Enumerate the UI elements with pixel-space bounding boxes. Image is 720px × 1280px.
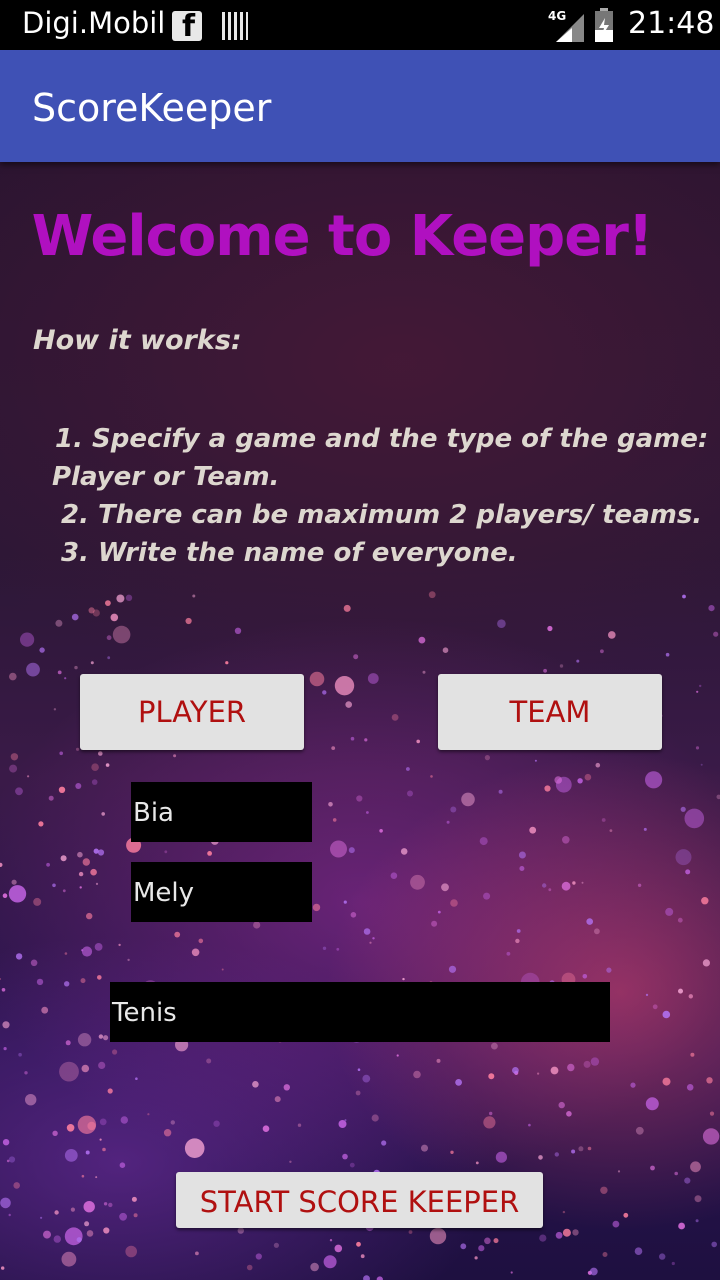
instruction-line: 3. Write the name of everyone. <box>61 538 518 568</box>
status-bar: Digi.Mobil f 4G 21:48 <box>0 0 720 50</box>
team-button[interactable]: TEAM <box>438 674 662 750</box>
player-button[interactable]: PLAYER <box>80 674 304 750</box>
barcode-icon <box>222 12 248 40</box>
main-content: Welcome to Keeper! How it works: 1. Spec… <box>0 162 720 1280</box>
app-bar: ScoreKeeper <box>0 50 720 162</box>
instruction-line: Player or Team. <box>52 462 280 492</box>
carrier-label: Digi.Mobil <box>22 6 166 40</box>
welcome-heading: Welcome to Keeper! <box>31 204 654 269</box>
signal-icon: 4G <box>548 9 584 42</box>
network-type-label: 4G <box>548 9 566 23</box>
instructions-list: 1. Specify a game and the type of the ga… <box>52 420 708 572</box>
instruction-line: 1. Specify a game and the type of the ga… <box>55 424 709 454</box>
player-2-name-field[interactable]: Mely <box>131 862 312 922</box>
clock: 21:48 <box>628 6 715 41</box>
player-1-name-field[interactable]: Bia <box>131 782 312 842</box>
how-it-works-heading: How it works: <box>33 325 242 356</box>
battery-icon <box>595 8 613 42</box>
facebook-icon: f <box>172 9 202 44</box>
start-score-keeper-button[interactable]: START SCORE KEEPER <box>176 1172 543 1228</box>
instruction-line: 2. There can be maximum 2 players/ teams… <box>61 500 703 530</box>
game-name-field[interactable]: Tenis <box>110 982 610 1042</box>
app-title: ScoreKeeper <box>32 86 272 130</box>
